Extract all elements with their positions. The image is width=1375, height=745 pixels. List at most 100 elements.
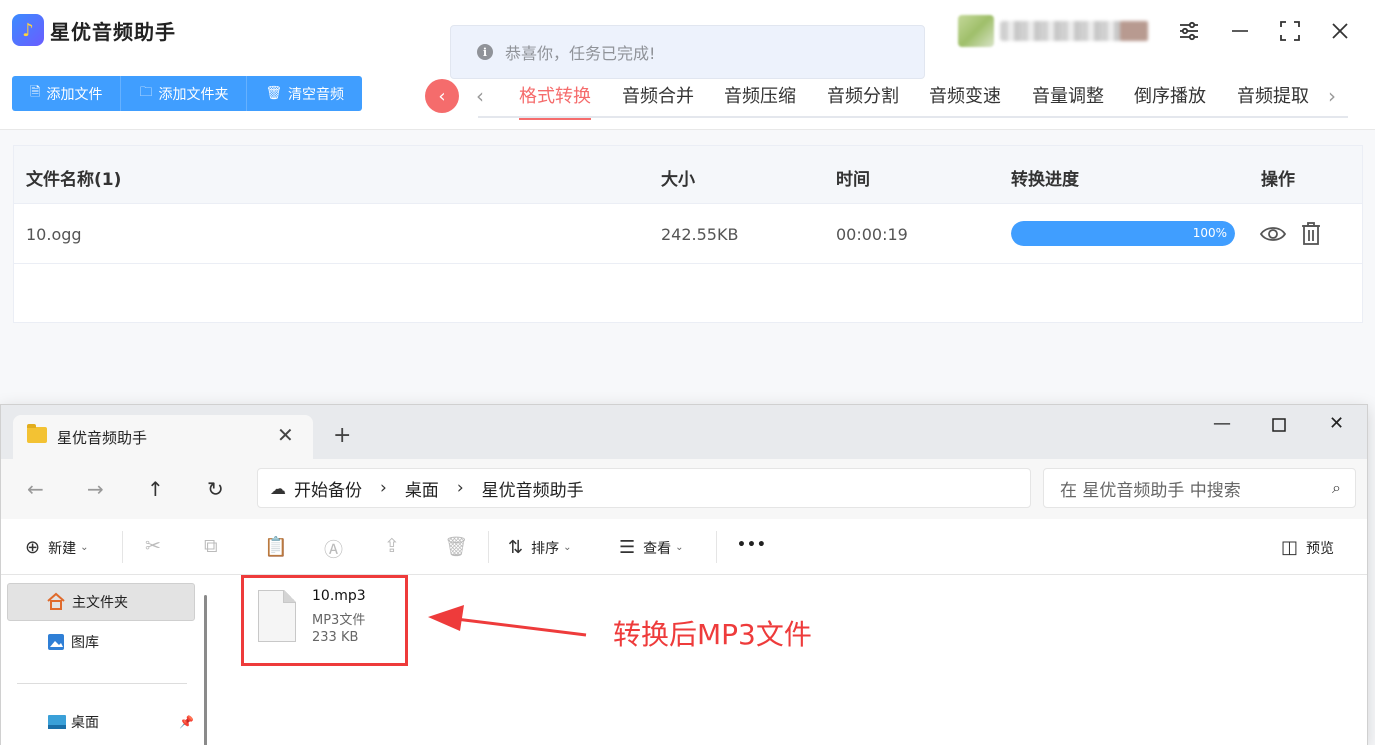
navigation-pane: 主文件夹 图库 桌面 📌 [1, 575, 213, 745]
forward-arrow-icon[interactable]: → [87, 477, 104, 501]
explorer-titlebar: 星优音频助手 ✕ + — ✕ [1, 405, 1367, 459]
search-icon: ⌕ [1332, 478, 1341, 497]
new-label: 新建 [48, 540, 77, 557]
back-arrow-icon[interactable]: ← [27, 477, 44, 501]
chevron-down-icon: ⌄ [80, 542, 89, 553]
desktop-icon [47, 714, 67, 734]
tab-reverse-play[interactable]: 倒序播放 [1134, 82, 1206, 118]
explorer-toolbar: ⊕ 新建 ⌄ ✂ ⧉ 📋 Ⓐ ⇪ 🗑 ⇅ 排序 ⌄ ☰ 查看 ⌄ ••• ◫ 预览 [1, 519, 1367, 575]
tab-format-convert[interactable]: 格式转换 [519, 82, 591, 120]
up-arrow-icon[interactable]: ↑ [147, 477, 164, 501]
explorer-body: 主文件夹 图库 桌面 📌 10.mp3 MP3文件 233 KB 转换后MP3文… [1, 575, 1367, 745]
explorer-tab-title: 星优音频助手 [57, 429, 148, 447]
rename-icon[interactable]: Ⓐ [324, 535, 343, 562]
view-label: 查看 [643, 540, 672, 557]
table-header: 文件名称(1) 大小 时间 转换进度 操作 [14, 146, 1362, 204]
explorer-minimize-icon[interactable]: — [1213, 413, 1231, 434]
explorer-close-icon[interactable]: ✕ [1329, 413, 1344, 434]
header-time: 时间 [836, 170, 870, 190]
file-name: 10.mp3 [312, 588, 366, 604]
cut-icon[interactable]: ✂ [145, 535, 161, 557]
file-action-buttons: 🗎 添加文件 🗀 添加文件夹 🗑 清空音频 [12, 76, 362, 111]
toolbar-divider [488, 531, 489, 563]
refresh-icon[interactable]: ↻ [207, 477, 224, 501]
progress-fill: 100% [1011, 221, 1235, 246]
tab-audio-merge[interactable]: 音频合并 [622, 82, 694, 118]
app-logo-icon: ♪ [12, 14, 44, 46]
delete-trash-icon[interactable] [1297, 220, 1325, 248]
toast-message: 恭喜你，任务已完成! [505, 44, 656, 63]
file-size: 233 KB [312, 630, 359, 645]
user-name-blurred[interactable] [1000, 21, 1148, 41]
cell-size: 242.55KB [661, 225, 739, 244]
highlighted-file-item[interactable]: 10.mp3 MP3文件 233 KB [241, 575, 408, 666]
avatar[interactable] [958, 15, 994, 47]
app-title: 星优音频助手 [50, 20, 176, 44]
folder-icon [27, 424, 47, 443]
tabs-next-chevron-icon[interactable]: › [1328, 84, 1336, 108]
preview-label: 预览 [1306, 540, 1335, 557]
file-explorer-window: 星优音频助手 ✕ + — ✕ ← → ↑ ↻ ☁ 开始备份 › 桌面 › 星优音… [0, 404, 1368, 745]
header-size: 大小 [661, 170, 695, 190]
header-operations: 操作 [1261, 170, 1295, 190]
trash-icon: 🗑 [265, 86, 282, 101]
progress-label: 100% [1192, 226, 1227, 240]
add-file-button[interactable]: 🗎 添加文件 [12, 76, 122, 111]
sort-button[interactable]: ⇅ 排序 ⌄ [508, 537, 571, 558]
chevron-right-icon: › [456, 478, 464, 498]
explorer-maximize-icon[interactable] [1271, 413, 1287, 438]
tabs-prev-chevron-icon[interactable]: ‹ [476, 84, 484, 108]
add-folder-button[interactable]: 🗀 添加文件夹 [121, 76, 248, 111]
preview-pane-button[interactable]: ◫ 预览 [1281, 537, 1334, 558]
breadcrumb-item[interactable]: 桌面 [405, 476, 439, 501]
tab-audio-speed[interactable]: 音频变速 [929, 82, 1001, 118]
search-input[interactable]: 在 星优音频助手 中搜索 ⌕ [1043, 468, 1356, 508]
gallery-icon [47, 633, 65, 655]
paste-icon[interactable]: 📋 [264, 535, 288, 558]
share-icon[interactable]: ⇪ [384, 535, 400, 557]
nav-item-desktop[interactable]: 桌面 [7, 703, 195, 741]
close-icon[interactable] [1325, 16, 1355, 46]
eye-preview-icon[interactable] [1259, 220, 1287, 248]
settings-sliders-icon[interactable] [1174, 16, 1204, 46]
minimize-icon[interactable] [1225, 16, 1255, 46]
new-tab-plus-icon[interactable]: + [333, 423, 351, 448]
cell-file-name: 10.ogg [26, 225, 82, 244]
tab-audio-split[interactable]: 音频分割 [827, 82, 899, 118]
pin-icon[interactable]: 📌 [179, 715, 194, 729]
breadcrumb-item[interactable]: 星优音频助手 [482, 476, 584, 501]
breadcrumb-item[interactable]: 开始备份 [294, 476, 362, 501]
plus-circle-icon: ⊕ [25, 537, 41, 558]
breadcrumb[interactable]: ☁ 开始备份 › 桌面 › 星优音频助手 [257, 468, 1031, 508]
nav-scrollbar[interactable] [204, 595, 207, 745]
clear-audio-label: 清空音频 [287, 86, 344, 103]
add-file-label: 添加文件 [46, 86, 103, 103]
sort-label: 排序 [531, 540, 560, 557]
explorer-tab[interactable]: 星优音频助手 ✕ [13, 415, 313, 459]
delete-icon[interactable]: 🗑 [444, 535, 468, 558]
tab-audio-extract[interactable]: 音频提取 [1237, 82, 1309, 118]
chevron-down-icon: ⌄ [675, 542, 684, 553]
file-table: 文件名称(1) 大小 时间 转换进度 操作 10.ogg 242.55KB 00… [13, 145, 1363, 323]
view-button[interactable]: ☰ 查看 ⌄ [619, 537, 684, 558]
toolbar-divider [122, 531, 123, 563]
feature-tabs: 格式转换 音频合并 音频压缩 音频分割 音频变速 音量调整 倒序播放 音频提取 [478, 78, 1348, 120]
back-circle-button[interactable]: ‹ [425, 79, 459, 113]
fullscreen-icon[interactable] [1275, 16, 1305, 46]
copy-icon[interactable]: ⧉ [204, 535, 218, 557]
tab-volume-adjust[interactable]: 音量调整 [1032, 82, 1104, 118]
progress-bar: 100% [1011, 221, 1235, 246]
tab-audio-compress[interactable]: 音频压缩 [724, 82, 796, 118]
table-row[interactable]: 10.ogg 242.55KB 00:00:19 100% [14, 204, 1362, 264]
file-type: MP3文件 [312, 613, 366, 628]
new-button[interactable]: ⊕ 新建 ⌄ [25, 537, 88, 558]
clear-audio-button[interactable]: 🗑 清空音频 [247, 76, 362, 111]
toolbar-divider [716, 531, 717, 563]
success-toast: i 恭喜你，任务已完成! [450, 25, 925, 79]
nav-item-home[interactable]: 主文件夹 [7, 583, 195, 621]
nav-label: 桌面 [71, 715, 99, 731]
nav-item-gallery[interactable]: 图库 [7, 623, 195, 661]
tab-close-icon[interactable]: ✕ [277, 423, 294, 447]
more-options-button[interactable]: ••• [737, 537, 767, 553]
cloud-backup-icon: ☁ [270, 478, 286, 498]
